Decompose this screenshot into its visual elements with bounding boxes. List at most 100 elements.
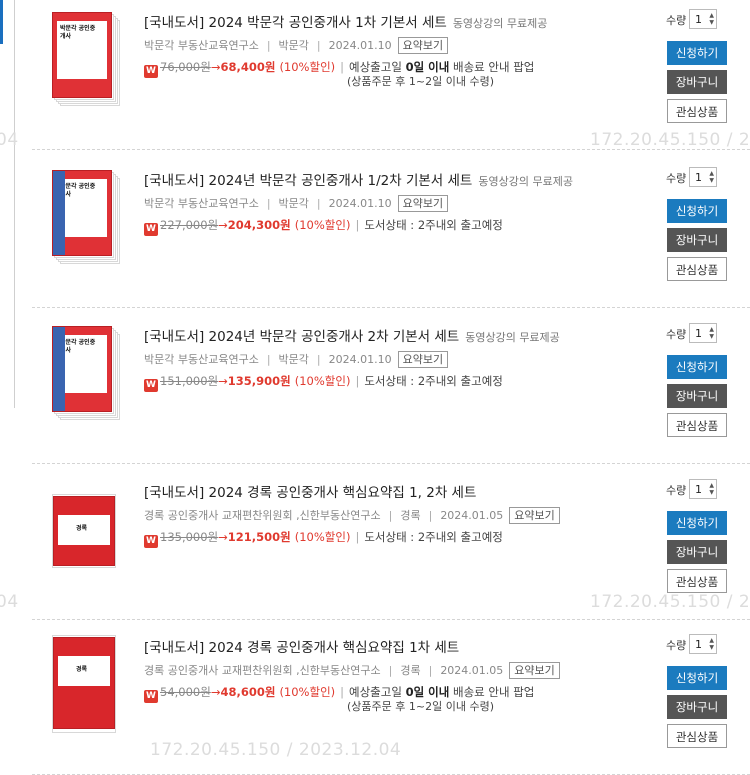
product-title[interactable]: [국내도서] 2024년 박문각 공인중개사 2차 기본서 세트 동영상강의 무료… (144, 325, 560, 345)
wishlist-button[interactable]: 관심상품 (667, 99, 727, 123)
wishlist-button[interactable]: 관심상품 (667, 724, 727, 748)
product-item: 박문각 공인중개사 [국내도서] 2024 박문각 공인중개사 1차 기본서 세트… (32, 0, 750, 150)
wishlist-button[interactable]: 관심상품 (667, 257, 727, 281)
wishlist-button[interactable]: 관심상품 (667, 569, 727, 593)
publish-date: 2024.01.10 (328, 39, 392, 52)
apply-button[interactable]: 신청하기 (667, 41, 727, 65)
quantity-label: 수량 (666, 639, 687, 652)
author: 박문각 부동산교육연구소 (144, 353, 259, 366)
product-name[interactable]: 2024년 박문각 공인중개사 1/2차 기본서 세트 (209, 173, 473, 189)
quantity-value: 1 (695, 327, 702, 340)
cart-button[interactable]: 장바구니 (667, 70, 727, 94)
status-text: 예상출고일 (349, 685, 406, 699)
quantity-stepper[interactable]: 1 ▲ ▼ (689, 479, 717, 499)
stepper-arrows-icon[interactable]: ▲ ▼ (709, 170, 714, 184)
wishlist-button[interactable]: 관심상품 (667, 413, 727, 437)
product-meta: 박문각 부동산교육연구소 | 박문각 | 2024.01.10 요약보기 (144, 195, 449, 212)
cover-panel: 박문각 공인중개사 (57, 21, 107, 79)
cart-button[interactable]: 장바구니 (667, 695, 727, 719)
price-divider: | (355, 530, 360, 544)
publish-date: 2024.01.05 (440, 509, 504, 522)
product-subtitle: 동영상강의 무료제공 (478, 175, 573, 188)
cover-title: 박문각 공인중개사 (60, 25, 96, 40)
product-name[interactable]: 2024 박문각 공인중개사 1차 기본서 세트 (209, 15, 447, 31)
product-title[interactable]: [국내도서] 2024 경록 공인중개사 핵심요약집 1차 세트 (144, 636, 459, 656)
stepper-arrows-icon[interactable]: ▲ ▼ (709, 326, 714, 340)
quantity-label: 수량 (666, 484, 687, 497)
cart-button[interactable]: 장바구니 (667, 540, 727, 564)
cart-button[interactable]: 장바구니 (667, 384, 727, 408)
quantity-value: 1 (695, 171, 702, 184)
summary-button[interactable]: 요약보기 (509, 507, 560, 524)
sale-price: 135,900원 (227, 374, 291, 388)
won-icon: W (144, 379, 158, 392)
product-meta: 박문각 부동산교육연구소 | 박문각 | 2024.01.10 요약보기 (144, 351, 449, 368)
cart-button[interactable]: 장바구니 (667, 228, 727, 252)
arrow-icon: → (218, 218, 228, 232)
book-cover-image[interactable]: 박문각 공인중개사 (50, 168, 120, 264)
category-label: [국내도서] (144, 173, 205, 189)
category-label: [국내도서] (144, 640, 205, 656)
publisher: 경록 (400, 664, 421, 677)
apply-button[interactable]: 신청하기 (667, 511, 727, 535)
meta-separator: | (428, 509, 433, 522)
quantity-stepper[interactable]: 1 ▲ ▼ (689, 634, 717, 654)
product-title[interactable]: [국내도서] 2024 경록 공인중개사 핵심요약집 1, 2차 세트 (144, 481, 476, 501)
meta-separator: | (316, 353, 321, 366)
product-name[interactable]: 2024 경록 공인중개사 핵심요약집 1차 세트 (209, 640, 460, 656)
book-cover-image[interactable]: 경록 (50, 480, 120, 576)
meta-separator: | (266, 353, 271, 366)
quantity-stepper[interactable]: 1 ▲ ▼ (689, 323, 717, 343)
summary-button[interactable]: 요약보기 (397, 195, 449, 212)
quantity-value: 1 (695, 13, 702, 26)
price-line: W 135,000원→121,500원 (10%할인) | 도서상태 : 2주내외 출고… (144, 529, 503, 548)
shipping-status: 도서상태 : 2주내외 출고예정 (364, 218, 503, 232)
stepper-arrows-icon[interactable]: ▲ ▼ (709, 12, 714, 26)
author: 경록 공인중개사 교재편찬위원회 ,신한부동산연구소 (144, 509, 381, 522)
sale-price: 121,500원 (227, 530, 291, 544)
product-name[interactable]: 2024년 박문각 공인중개사 2차 기본서 세트 (209, 329, 460, 345)
apply-button[interactable]: 신청하기 (667, 666, 727, 690)
publish-date: 2024.01.05 (440, 664, 504, 677)
product-item: 박문각 공인중개사 [국내도서] 2024년 박문각 공인중개사 2차 기본서 세… (32, 306, 750, 464)
delivery-note: (상품주문 후 1~2일 이내 수령) (347, 75, 494, 88)
product-name[interactable]: 2024 경록 공인중개사 핵심요약집 1, 2차 세트 (209, 485, 477, 501)
product-item: 경록 [국내도서] 2024 경록 공인중개사 핵심요약집 1차 세트 경록 공인중… (32, 617, 750, 775)
quantity-label: 수량 (666, 14, 687, 27)
book-cover-image[interactable]: 박문각 공인중개사 (50, 10, 120, 106)
discount-rate: (10%할인) (294, 530, 351, 544)
book-cover-image[interactable]: 경록 (50, 635, 120, 733)
summary-button[interactable]: 요약보기 (509, 662, 560, 679)
stepper-arrows-icon[interactable]: ▲ ▼ (709, 637, 714, 651)
cover-title: 경록 (76, 666, 88, 673)
shipping-status: 예상출고일 0일 이내 배송료 안내 팝업 (349, 60, 534, 74)
cover-front: 박문각 공인중개사 (52, 12, 112, 98)
product-subtitle: 동영상강의 무료제공 (465, 331, 560, 344)
publisher: 박문각 (278, 39, 309, 52)
summary-button[interactable]: 요약보기 (397, 351, 449, 368)
apply-button[interactable]: 신청하기 (667, 199, 727, 223)
quantity-stepper[interactable]: 1 ▲ ▼ (689, 9, 717, 29)
quantity-value: 1 (695, 483, 702, 496)
cover-title: 경록 (76, 525, 88, 532)
status-text: 도서상태 : 2주내외 출고예정 (364, 530, 503, 544)
cover-front: 박문각 공인중개사 (52, 326, 112, 412)
quantity-value: 1 (695, 638, 702, 651)
product-title[interactable]: [국내도서] 2024년 박문각 공인중개사 1/2차 기본서 세트 동영상강의 … (144, 169, 573, 189)
summary-button[interactable]: 요약보기 (397, 37, 449, 54)
cover-front: 경록 (53, 637, 115, 729)
discount-rate: (10%할인) (294, 218, 351, 232)
publish-date: 2024.01.10 (328, 197, 392, 210)
shipping-fee-popup-link[interactable]: 배송료 안내 팝업 (449, 60, 534, 74)
stepper-arrows-icon[interactable]: ▲ ▼ (709, 482, 714, 496)
category-label: [국내도서] (144, 15, 205, 31)
product-title[interactable]: [국내도서] 2024 박문각 공인중개사 1차 기본서 세트 동영상강의 무료제… (144, 11, 547, 31)
arrow-icon: → (218, 530, 228, 544)
quantity-stepper[interactable]: 1 ▲ ▼ (689, 167, 717, 187)
cover-title: 박문각 공인중개사 (60, 339, 96, 354)
cover-panel: 경록 (58, 515, 110, 545)
cover-spine (62, 327, 65, 411)
book-cover-image[interactable]: 박문각 공인중개사 (50, 324, 120, 420)
apply-button[interactable]: 신청하기 (667, 355, 727, 379)
shipping-fee-popup-link[interactable]: 배송료 안내 팝업 (449, 685, 534, 699)
